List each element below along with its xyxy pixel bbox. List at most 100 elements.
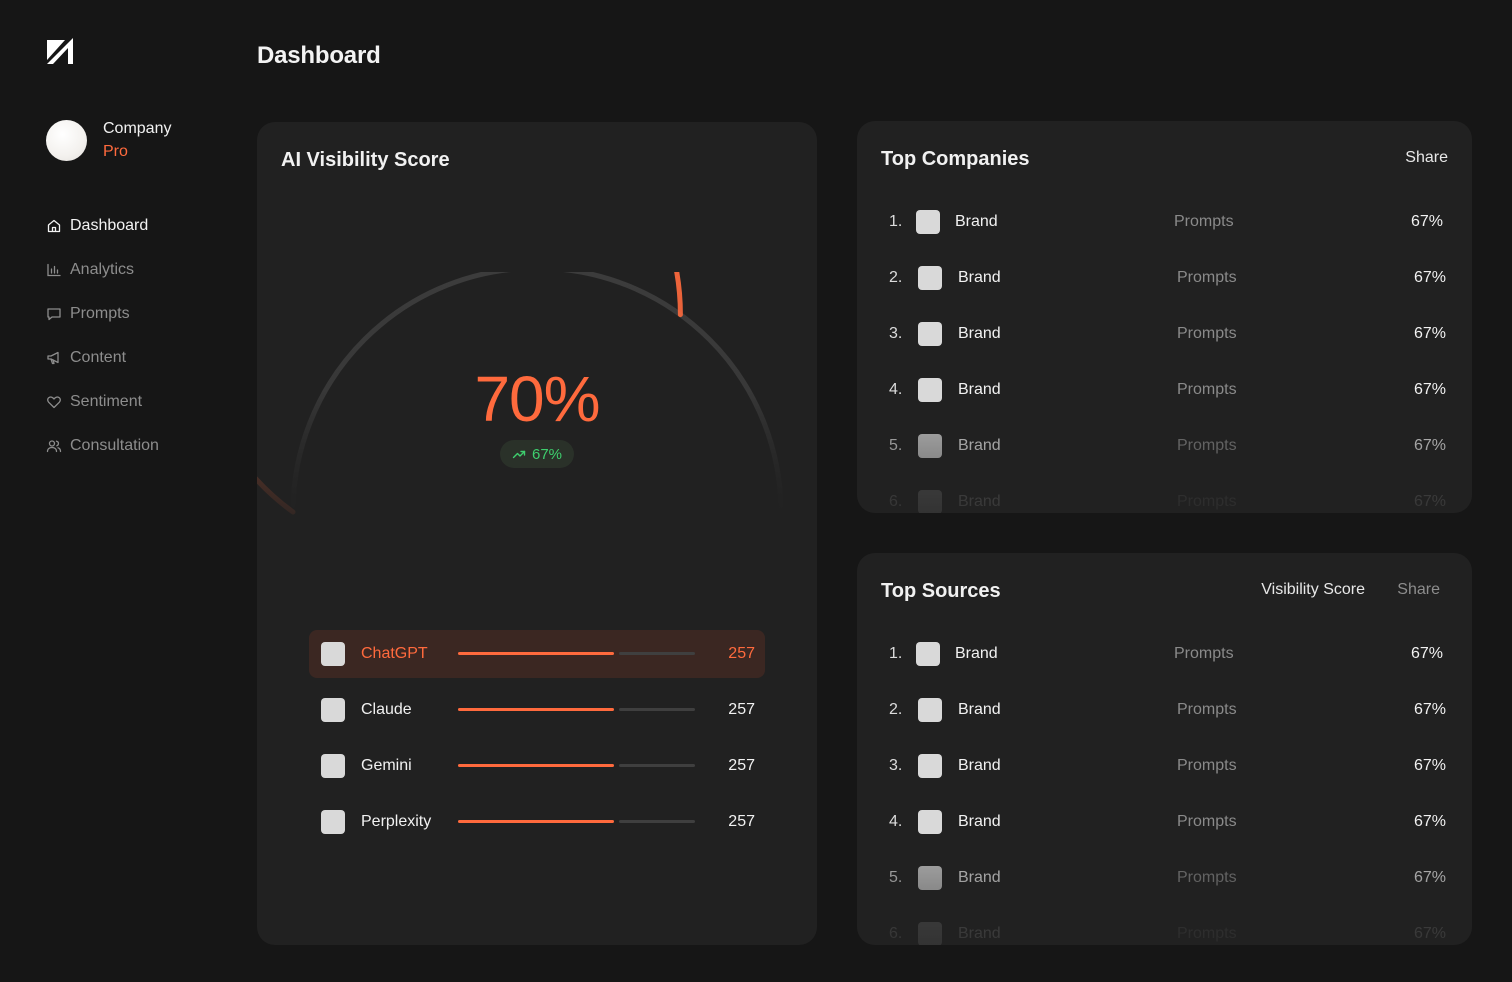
share-column-header[interactable]: Share — [1397, 581, 1440, 599]
model-value: 257 — [728, 701, 755, 718]
sidebar-item-label: Content — [70, 349, 127, 366]
trend-value: 67% — [531, 445, 563, 463]
plan-badge: Pro — [103, 143, 128, 160]
brand-logo — [918, 434, 942, 458]
sidebar-item-prompts[interactable]: Prompts — [46, 292, 159, 336]
model-row-chatgpt[interactable]: ChatGPT 257 — [309, 630, 765, 678]
company-profile[interactable]: Company Pro — [46, 120, 171, 161]
sidebar-nav: Dashboard Analytics Prompts Content Sent… — [46, 204, 159, 468]
brand-logo — [916, 210, 940, 234]
list-item[interactable]: 5. Brand Prompts 67% — [857, 850, 1472, 906]
model-row-perplexity[interactable]: Perplexity 257 — [309, 798, 765, 846]
message-icon — [47, 308, 61, 321]
rank-number: 5. — [889, 437, 903, 454]
companies-list: 1. Brand Prompts 67% 2. Brand Prompts 67… — [857, 194, 1472, 513]
model-logo — [321, 754, 345, 778]
model-name: Claude — [361, 701, 412, 718]
sidebar-item-label: Consultation — [70, 437, 159, 454]
app: Company Pro Dashboard Analytics Prompts — [0, 0, 1512, 982]
brand-prompts: Prompts — [1174, 213, 1234, 230]
list-item[interactable]: 2. Brand Prompts 67% — [857, 682, 1472, 738]
rank-number: 5. — [889, 869, 903, 886]
sidebar-item-dashboard[interactable]: Dashboard — [46, 204, 159, 248]
brand-share: 67% — [1413, 269, 1446, 286]
sidebar-item-label: Prompts — [70, 305, 130, 322]
brand-name: Brand — [958, 437, 1001, 454]
card-title: Top Sources — [881, 580, 1001, 602]
brand-share: 67% — [1413, 925, 1446, 942]
rank-number: 6. — [889, 925, 903, 942]
brand-share: 67% — [1413, 813, 1446, 830]
brand-share: 67% — [1410, 645, 1443, 662]
brand-name: Brand — [958, 269, 1001, 286]
bar-chart-icon — [47, 263, 61, 277]
model-progress-bar — [458, 708, 695, 711]
brand-logo — [918, 378, 942, 402]
brand-logo — [918, 698, 942, 722]
brand-prompts: Prompts — [1177, 701, 1237, 718]
brand-share: 67% — [1413, 701, 1446, 718]
list-item[interactable]: 2. Brand Prompts 67% — [857, 250, 1472, 306]
card-title: AI Visibility Score — [281, 149, 450, 171]
brand-name: Brand — [958, 757, 1001, 774]
model-logo — [321, 810, 345, 834]
model-row-claude[interactable]: Claude 257 — [309, 686, 765, 734]
list-item[interactable]: 1. Brand Prompts 67% — [857, 626, 1472, 682]
brand-logo — [916, 642, 940, 666]
megaphone-icon — [47, 351, 59, 365]
sidebar-item-sentiment[interactable]: Sentiment — [46, 380, 159, 424]
list-item[interactable]: 5. Brand Prompts 67% — [857, 418, 1472, 474]
list-item[interactable]: 3. Brand Prompts 67% — [857, 738, 1472, 794]
sidebar-item-label: Dashboard — [70, 217, 149, 234]
list-item[interactable]: 3. Brand Prompts 67% — [857, 306, 1472, 362]
brand-share: 67% — [1413, 869, 1446, 886]
sources-list: 1. Brand Prompts 67% 2. Brand Prompts 67… — [857, 626, 1472, 945]
brand-name: Brand — [958, 381, 1001, 398]
sidebar-item-content[interactable]: Content — [46, 336, 159, 380]
list-item[interactable]: 4. Brand Prompts 67% — [857, 794, 1472, 850]
model-row-gemini[interactable]: Gemini 257 — [309, 742, 765, 790]
model-value: 257 — [728, 813, 755, 830]
brand-name: Brand — [958, 869, 1001, 886]
score-value: 70% — [474, 363, 600, 435]
list-item[interactable]: 6. Brand Prompts 67% — [857, 906, 1472, 945]
users-icon — [46, 440, 62, 453]
brand-name: Brand — [958, 925, 1001, 942]
brand-name: Brand — [955, 645, 998, 662]
brand-share: 67% — [1413, 757, 1446, 774]
brand-logo — [918, 490, 942, 513]
list-item[interactable]: 4. Brand Prompts 67% — [857, 362, 1472, 418]
brand-share: 67% — [1413, 493, 1446, 510]
model-progress-bar — [458, 764, 695, 767]
logo-icon[interactable] — [46, 36, 76, 66]
brand-share: 67% — [1413, 325, 1446, 342]
brand-name: Brand — [958, 493, 1001, 510]
profile-text: Company Pro — [103, 120, 171, 161]
model-logo — [321, 642, 345, 666]
model-name: ChatGPT — [361, 645, 428, 662]
card-title: Top Companies — [881, 148, 1030, 170]
brand-prompts: Prompts — [1177, 869, 1237, 886]
list-item[interactable]: 6. Brand Prompts 67% — [857, 474, 1472, 513]
brand-prompts: Prompts — [1177, 269, 1237, 286]
rank-number: 3. — [889, 325, 903, 342]
model-logo — [321, 698, 345, 722]
top-sources-card: Top Sources Visibility Score Share 1. Br… — [857, 553, 1472, 945]
home-icon — [47, 219, 61, 233]
trend-up-icon — [512, 450, 526, 459]
avatar — [46, 120, 87, 161]
rank-number: 1. — [889, 213, 903, 230]
sidebar-item-label: Sentiment — [70, 393, 143, 410]
model-value: 257 — [728, 757, 755, 774]
model-progress-bar — [458, 820, 695, 823]
visibility-score-column-header[interactable]: Visibility Score — [1261, 581, 1365, 599]
brand-share: 67% — [1413, 437, 1446, 454]
sidebar-item-consultation[interactable]: Consultation — [46, 424, 159, 468]
model-list: ChatGPT 257 Claude 257 Gemini 257 Perple… — [309, 630, 765, 854]
rank-number: 4. — [889, 813, 903, 830]
list-item[interactable]: 1. Brand Prompts 67% — [857, 194, 1472, 250]
brand-share: 67% — [1413, 381, 1446, 398]
share-column-header[interactable]: Share — [1405, 149, 1448, 167]
sidebar-item-analytics[interactable]: Analytics — [46, 248, 159, 292]
brand-name: Brand — [955, 213, 998, 230]
